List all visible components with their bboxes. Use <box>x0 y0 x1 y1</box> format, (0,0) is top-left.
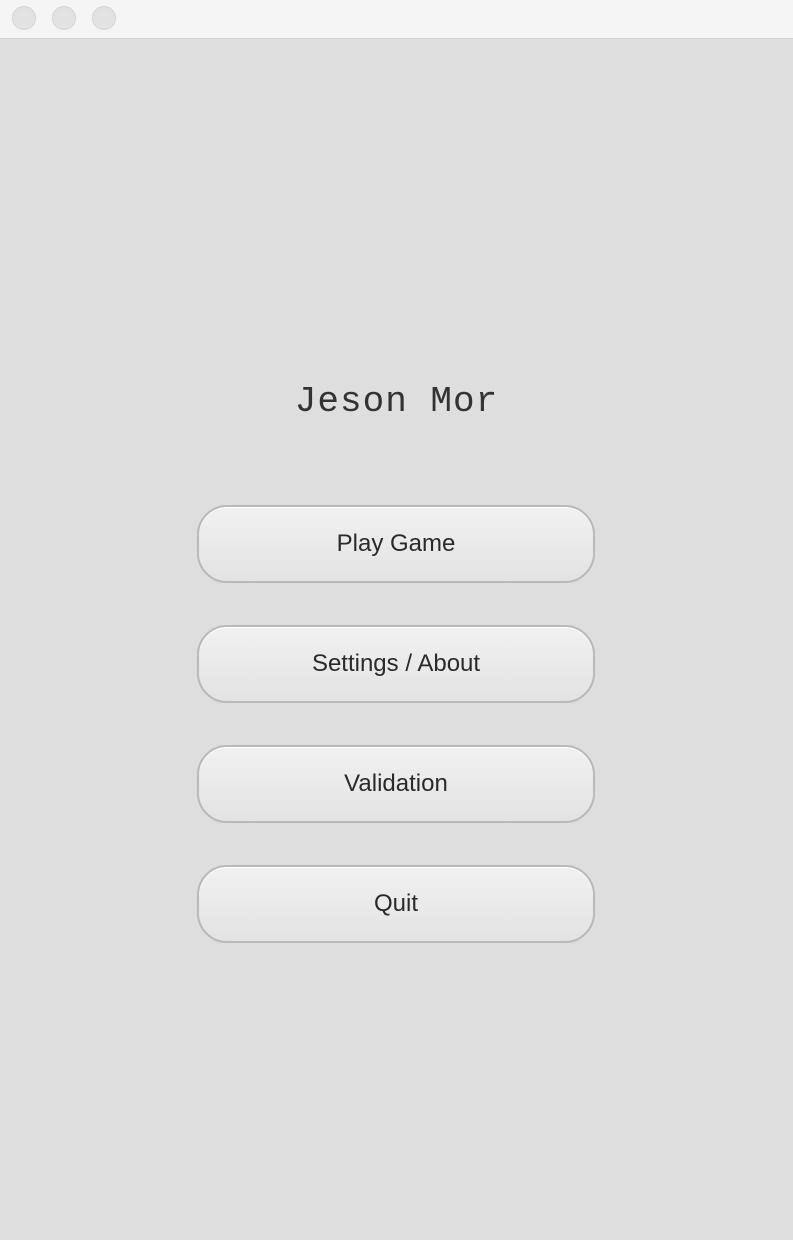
game-title: Jeson Mor <box>294 381 499 422</box>
minimize-icon[interactable] <box>52 6 76 30</box>
play-game-button[interactable]: Play Game <box>197 505 595 583</box>
validation-button[interactable]: Validation <box>197 745 595 823</box>
zoom-icon[interactable] <box>92 6 116 30</box>
quit-button[interactable]: Quit <box>197 865 595 943</box>
close-icon[interactable] <box>12 6 36 30</box>
app-window: Jeson Mor Play Game Settings / About Val… <box>0 0 793 1240</box>
window-titlebar <box>0 0 793 39</box>
settings-about-button[interactable]: Settings / About <box>197 625 595 703</box>
